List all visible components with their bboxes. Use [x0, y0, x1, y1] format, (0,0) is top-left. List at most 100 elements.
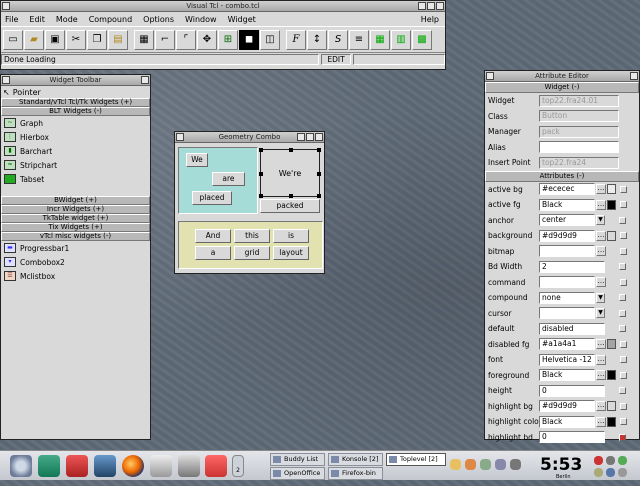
task-openoffice[interactable]: OpenOffice	[270, 467, 325, 480]
maximize-icon[interactable]	[306, 133, 314, 141]
browse-button[interactable]: …	[596, 230, 606, 241]
close-icon[interactable]	[436, 2, 444, 10]
this-button[interactable]: this	[234, 229, 270, 243]
raise-icon[interactable]: ◼	[239, 29, 259, 50]
window-menu-icon[interactable]	[2, 2, 10, 10]
task-buddy-list[interactable]: Buddy List	[270, 453, 325, 466]
office-icon[interactable]	[178, 455, 200, 477]
placed-frame[interactable]: We are placed	[178, 147, 258, 214]
resize-handle[interactable]	[289, 148, 293, 152]
task-toplevel[interactable]: Toplevel [2]	[386, 453, 446, 466]
home-icon[interactable]	[38, 455, 60, 477]
widget-combobox[interactable]: ▾ Combobox2	[1, 255, 150, 269]
workspace-pager[interactable]: 2	[232, 455, 244, 477]
maximize-icon[interactable]	[427, 2, 435, 10]
category-tix[interactable]: Tix Widgets (+)	[1, 223, 150, 232]
minimize-icon[interactable]	[297, 133, 305, 141]
save-checkbox[interactable]	[620, 247, 627, 255]
cut-icon[interactable]: ✂	[66, 29, 86, 50]
save-checkbox[interactable]	[619, 387, 626, 395]
save-checkbox[interactable]	[619, 216, 626, 224]
tray-icon[interactable]	[465, 459, 476, 470]
chevron-down-icon[interactable]: ▼	[596, 215, 605, 226]
task-firefox[interactable]: Firefox-bin	[328, 467, 383, 480]
attr-input[interactable]: Black	[539, 369, 595, 382]
resize-handle[interactable]	[289, 194, 293, 198]
widget-tabset[interactable]: Tabset	[1, 172, 150, 186]
menu-edit[interactable]: Edit	[29, 15, 45, 24]
tray-icon[interactable]	[618, 456, 627, 465]
clock[interactable]: 5:53	[540, 455, 582, 475]
attr-input[interactable]: Black	[539, 415, 595, 428]
attributes-section-header[interactable]: Attributes (-)	[485, 170, 639, 182]
justify-icon[interactable]: ≡	[349, 29, 369, 50]
save-checkbox[interactable]	[620, 232, 627, 240]
tray-icon[interactable]	[618, 468, 627, 477]
image-icon[interactable]	[205, 455, 227, 477]
move-icon[interactable]: ✥	[197, 29, 217, 50]
selected-packed-label[interactable]: We're	[259, 148, 321, 198]
browse-button[interactable]: …	[596, 246, 606, 257]
save-checkbox[interactable]	[620, 371, 627, 379]
attribute-editor-titlebar[interactable]: Attribute Editor	[485, 71, 639, 82]
attr-input[interactable]	[539, 307, 595, 320]
new-icon[interactable]: ▭	[3, 29, 23, 50]
widget-stripchart[interactable]: ≈ Stripchart	[1, 158, 150, 172]
save-checkbox[interactable]	[619, 309, 626, 317]
and-button[interactable]: And	[195, 229, 231, 243]
chevron-down-icon[interactable]: ▼	[596, 308, 605, 319]
category-blt[interactable]: BLT Widgets (-)	[1, 107, 150, 116]
attr-input[interactable]: #a1a4a1	[539, 338, 595, 351]
save-checkbox[interactable]	[619, 433, 626, 441]
tray-icon[interactable]	[450, 459, 461, 470]
save-checkbox[interactable]	[620, 418, 627, 426]
menu-mode[interactable]: Mode	[56, 15, 78, 24]
a-button[interactable]: a	[195, 246, 231, 260]
open-icon[interactable]: ▰	[24, 29, 44, 50]
browse-button[interactable]: …	[596, 339, 606, 350]
placed-button[interactable]: placed	[192, 191, 232, 205]
attr-input[interactable]: Helvetica -12	[539, 353, 595, 366]
task-konsole[interactable]: Konsole [2]	[328, 453, 383, 466]
attr-input[interactable]: center	[539, 214, 595, 227]
grid-icon[interactable]: ⌜	[176, 29, 196, 50]
select-icon[interactable]: ⊞	[218, 29, 238, 50]
is-button[interactable]: is	[273, 229, 309, 243]
paste-icon[interactable]: ▤	[108, 29, 128, 50]
tray-icon[interactable]	[594, 456, 603, 465]
resize-handle[interactable]	[317, 148, 321, 152]
widget-toolbar-titlebar[interactable]: Widget Toolbar	[1, 75, 150, 86]
table-icon[interactable]: ▦	[370, 29, 390, 50]
save-checkbox[interactable]	[619, 325, 626, 333]
window-menu-icon[interactable]	[486, 72, 494, 80]
close-icon[interactable]	[141, 76, 149, 84]
save-checkbox[interactable]	[620, 356, 627, 364]
menu-widget[interactable]: Widget	[228, 15, 256, 24]
widget-section-header[interactable]: Widget (-)	[485, 82, 639, 93]
main-titlebar[interactable]: Visual Tcl - combo.tcl	[1, 1, 445, 12]
resize-handle[interactable]	[259, 172, 263, 176]
browse-button[interactable]: …	[596, 184, 606, 195]
category-incr[interactable]: Incr Widgets (+)	[1, 205, 150, 214]
home-folder-icon[interactable]	[66, 455, 88, 477]
attr-input[interactable]: #ececec	[539, 183, 595, 196]
menu-options[interactable]: Options	[143, 15, 174, 24]
tray-icon[interactable]	[495, 459, 506, 470]
widget-mclistbox[interactable]: ☰ Mclistbox	[1, 269, 150, 283]
resize-handle[interactable]	[259, 194, 263, 198]
vertical-align-icon[interactable]: ↕	[307, 29, 327, 50]
geometry-combo-titlebar[interactable]: Geometry Combo	[175, 132, 324, 143]
browser-icon[interactable]	[94, 455, 116, 477]
browse-button[interactable]: …	[596, 401, 606, 412]
widget-barchart[interactable]: ▮ Barchart	[1, 144, 150, 158]
attr-input[interactable]: 2	[539, 260, 605, 273]
widget-hierbox[interactable]: ⋮ Hierbox	[1, 130, 150, 144]
firefox-icon[interactable]	[122, 455, 144, 477]
menu-window[interactable]: Window	[185, 15, 217, 24]
packed-button[interactable]: packed	[260, 199, 320, 213]
category-vtcl-misc[interactable]: vTcl misc widgets (-)	[1, 232, 150, 241]
minimize-icon[interactable]	[418, 2, 426, 10]
widget-graph[interactable]: ~ Graph	[1, 116, 150, 130]
save-checkbox[interactable]	[619, 263, 626, 271]
attr-input[interactable]: Black	[539, 198, 595, 211]
